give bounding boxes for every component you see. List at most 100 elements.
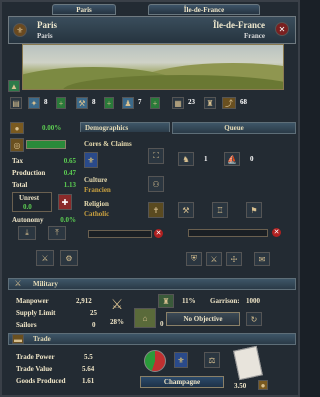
decrease-autonomy-button[interactable]: ⤓ (18, 226, 36, 240)
total-value: 1.13 (63, 181, 76, 189)
trade-shield-icon[interactable]: ⚜ (174, 352, 188, 368)
culture-button[interactable]: ⚇ (148, 176, 164, 192)
tax-label: Tax (12, 157, 24, 165)
garrison-value: 1000 (246, 297, 260, 305)
province-capital: Paris (37, 32, 53, 40)
unrest-label: Unrest (19, 194, 40, 202)
garrison-percent: 11% (182, 297, 196, 305)
prod-dev-value: 8 (92, 98, 96, 106)
economy-column: ● 0.00% ◎ Tax 0.65 Production 0.47 Total… (8, 122, 78, 266)
manpower-value: 2,912 (76, 297, 92, 305)
queue-panel: ♞ 1 ⛵ 0 ⚒ ♖ ⚑ ✕ (172, 132, 296, 242)
tab-state[interactable]: Île-de-France (148, 4, 260, 15)
add-tax-button[interactable]: + (56, 97, 66, 109)
tax-value: 0.65 (63, 157, 76, 165)
development-row: ▤ ✦ 8 + ⚒ 8 + ♟ 7 + ▦ 23 ♜ ⤴ 68 (8, 95, 296, 112)
cores-label: Cores & Claims (84, 140, 132, 148)
supply-value: 25 (90, 309, 97, 317)
cancel-queue-icon[interactable]: ✕ (272, 228, 281, 237)
demographics-panel: Cores & Claims ⚜ ⛶ Culture Francien ⚇ Re… (80, 132, 170, 254)
production-label: Production (12, 169, 46, 177)
military-header: Military (8, 278, 296, 290)
champagne-goods-icon (233, 345, 263, 381)
trade-value-value: 5.64 (82, 365, 95, 373)
economy-percent: 0.00% (42, 124, 62, 132)
production-value: 0.47 (63, 169, 76, 177)
close-icon[interactable]: ✕ (275, 22, 289, 36)
sailors-label: Sailors (16, 321, 37, 329)
coins-icon: ◎ (10, 138, 24, 152)
total-label: Total (12, 181, 28, 189)
region-owner: France (244, 32, 265, 40)
trade-header: Trade (8, 333, 296, 345)
province-header: ⚜ Paris Paris Île-de-France France ✕ (8, 16, 296, 44)
cancel-demographics-icon[interactable]: ✕ (154, 229, 163, 238)
buildings-value: 23 (188, 98, 195, 106)
queue-count-1: 1 (204, 155, 208, 163)
province-landscape (22, 44, 284, 90)
fort-icon[interactable]: ⌂ (134, 308, 156, 328)
garrison-label: Garrison: (210, 297, 240, 305)
build-unit-icon[interactable]: ♞ (178, 152, 194, 166)
tax-icon[interactable]: ✦ (28, 97, 40, 109)
trade-pie-icon[interactable] (144, 350, 166, 372)
harsh-treatment-button[interactable]: ⚙ (60, 250, 78, 266)
trade-value-label: Trade Value (16, 365, 53, 373)
devastation-icon: ♜ (204, 97, 216, 109)
troops-button[interactable]: ⚔ (206, 252, 222, 266)
increase-autonomy-button[interactable]: ⤒ (48, 226, 66, 240)
merchant-icon[interactable]: ⚖ (204, 352, 220, 368)
unrest-box[interactable]: Unrest 0.0 (12, 192, 52, 212)
estate-button[interactable]: ⛨ (186, 252, 202, 266)
build-ship-icon[interactable]: ⛵ (224, 152, 240, 166)
add-manpower-button[interactable]: + (150, 97, 160, 109)
culture-convert-button[interactable]: ⛶ (148, 148, 164, 164)
trade-icon: ▬ (12, 334, 24, 344)
queue-progress-bar (188, 229, 268, 237)
map-mode-icon[interactable]: ▲ (8, 80, 20, 92)
province-panel: Paris Île-de-France ⚜ Paris Paris Île-de… (0, 0, 300, 397)
religion-label: Religion (84, 200, 109, 208)
buildings-icon: ▦ (172, 97, 184, 109)
sailors-value: 0 (92, 321, 96, 329)
prosperity-value: 68 (240, 98, 247, 106)
trade-power-value: 5.5 (84, 353, 93, 361)
raze-button[interactable]: ⚔ (36, 250, 54, 266)
garrison-fort-icon: ♜ (158, 294, 174, 308)
build-fort-icon[interactable]: ♖ (212, 202, 228, 218)
unrest-value: 0.0 (23, 203, 32, 211)
goods-button[interactable]: Champagne (140, 376, 224, 388)
religion-value: Catholic (84, 210, 110, 218)
province-shield-icon[interactable]: ⚜ (13, 23, 27, 37)
tax-dev-value: 8 (44, 98, 48, 106)
autonomy-label: Autonomy (12, 216, 44, 224)
gold-icon: ● (10, 122, 24, 134)
prosperity-icon: ⤴ (222, 97, 236, 109)
tab-province[interactable]: Paris (52, 4, 116, 15)
unit-count: 0 (160, 320, 164, 328)
manpower-dev-value: 7 (138, 98, 142, 106)
missionary-button[interactable]: ☩ (226, 252, 242, 266)
region-name: Île-de-France (213, 20, 265, 30)
production-icon[interactable]: ⚒ (76, 97, 88, 109)
economy-bar (26, 140, 66, 149)
goods-price: 3.50 (234, 382, 247, 390)
scroll-button[interactable]: ✉ (254, 252, 270, 266)
manpower-label: Manpower (16, 297, 49, 305)
rebel-shield-icon[interactable]: ✚ (58, 194, 72, 210)
add-production-button[interactable]: + (104, 97, 114, 109)
objective-select[interactable]: No Objective (166, 312, 240, 326)
goods-produced-label: Goods Produced (16, 377, 66, 385)
coring-icon[interactable]: ⚑ (246, 202, 262, 218)
swords-icon: ⚔ (110, 297, 124, 313)
manpower-icon[interactable]: ♟ (122, 97, 134, 109)
autonomy-value: 0.0% (60, 216, 76, 224)
rally-icon[interactable]: ↻ (246, 312, 262, 326)
construct-icon[interactable]: ⚒ (178, 202, 194, 218)
book-icon[interactable]: ▤ (10, 97, 22, 109)
france-shield-icon[interactable]: ⚜ (84, 152, 98, 168)
gold-coin-icon: ● (258, 380, 268, 390)
crossed-swords-icon: ⚔ (14, 279, 22, 288)
fort-percent: 28% (110, 318, 124, 326)
religion-icon[interactable]: ✝ (148, 202, 164, 218)
